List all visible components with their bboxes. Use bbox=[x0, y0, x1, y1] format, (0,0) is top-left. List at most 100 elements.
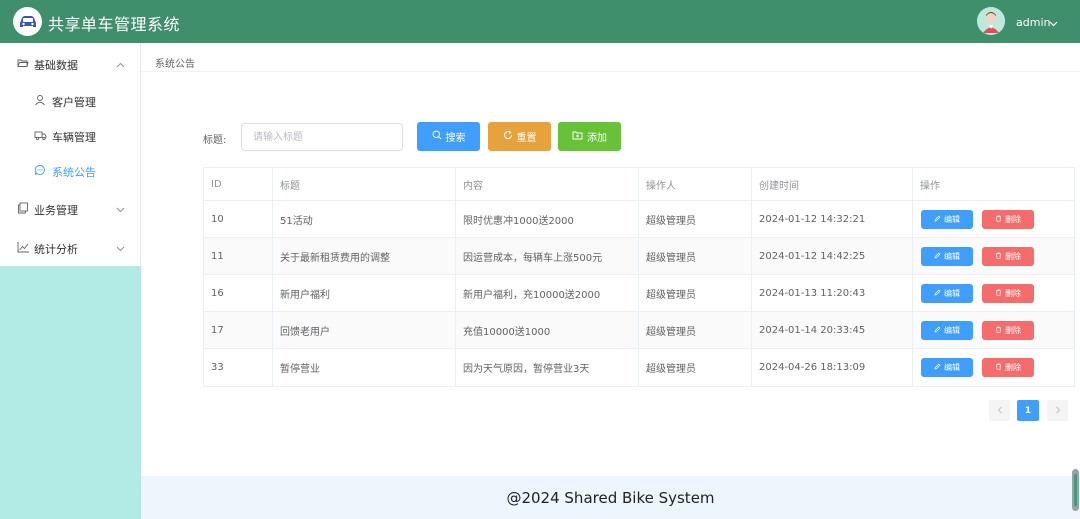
cell-content: 充值10000送1000 bbox=[456, 312, 639, 348]
edit-label: 编辑 bbox=[944, 363, 960, 372]
truck-icon bbox=[34, 129, 47, 141]
cell-created: 2024-01-12 14:42:25 bbox=[752, 238, 913, 274]
car-icon[interactable] bbox=[13, 7, 42, 36]
menu-group-basic-data[interactable]: 基础数据 bbox=[0, 44, 140, 82]
sidebar-item-customers[interactable]: 客户管理 bbox=[0, 82, 140, 117]
cell-id: 17 bbox=[204, 312, 273, 348]
sidebar-item-vehicles[interactable]: 车辆管理 bbox=[0, 117, 140, 152]
delete-label: 删除 bbox=[1005, 215, 1021, 224]
user-name[interactable]: admin bbox=[1016, 16, 1050, 29]
table-row[interactable]: 16 新用户福利 新用户福利，充10000送2000 超级管理员 2024-01… bbox=[204, 275, 1074, 312]
table-row[interactable]: 17 回馈老用户 充值10000送1000 超级管理员 2024-01-14 2… bbox=[204, 312, 1074, 349]
cell-operator: 超级管理员 bbox=[639, 312, 752, 348]
chevron-right-icon bbox=[1055, 404, 1061, 417]
breadcrumb[interactable]: 系统公告 bbox=[155, 55, 195, 70]
cell-created: 2024-01-13 11:20:43 bbox=[752, 275, 913, 311]
delete-label: 删除 bbox=[1005, 363, 1021, 372]
cell-operator: 超级管理员 bbox=[639, 238, 752, 274]
cell-content: 新用户福利，充10000送2000 bbox=[456, 275, 639, 311]
sidebar-item-label: 车辆管理 bbox=[52, 131, 96, 144]
refresh-icon bbox=[503, 130, 513, 143]
cell-operator: 超级管理员 bbox=[639, 275, 752, 311]
search-label: 标题: bbox=[203, 135, 227, 146]
sidebar-item-announcements[interactable]: 系统公告 bbox=[0, 152, 140, 187]
edit-label: 编辑 bbox=[944, 326, 960, 335]
reset-button[interactable]: 重置 bbox=[488, 122, 551, 151]
delete-button[interactable]: 删除 bbox=[982, 358, 1034, 377]
delete-button[interactable]: 删除 bbox=[982, 284, 1034, 303]
cell-created: 2024-01-12 14:32:21 bbox=[752, 201, 913, 237]
prev-page-button[interactable] bbox=[989, 400, 1010, 421]
chat-icon bbox=[34, 164, 46, 176]
search-button[interactable]: 搜索 bbox=[417, 122, 480, 151]
menu-group-label: 基础数据 bbox=[34, 59, 78, 72]
menu-group-label: 业务管理 bbox=[34, 204, 78, 217]
footer: @2024 Shared Bike System bbox=[141, 476, 1080, 519]
app-title: 共享单车管理系统 bbox=[48, 15, 181, 34]
edit-button[interactable]: 编辑 bbox=[921, 358, 973, 377]
trash-icon bbox=[995, 326, 1002, 335]
add-button[interactable]: 添加 bbox=[558, 122, 621, 151]
edit-icon bbox=[934, 326, 941, 335]
edit-icon bbox=[934, 215, 941, 224]
cell-title: 关于最新租赁费用的调整 bbox=[273, 238, 456, 274]
delete-label: 删除 bbox=[1005, 326, 1021, 335]
search-icon bbox=[432, 130, 442, 143]
trash-icon bbox=[995, 289, 1002, 298]
next-page-button[interactable] bbox=[1047, 400, 1068, 421]
column-header[interactable]: 操作人 bbox=[639, 168, 752, 200]
cell-id: 16 bbox=[204, 275, 273, 311]
cell-created: 2024-04-26 18:13:09 bbox=[752, 349, 913, 386]
copy-icon bbox=[17, 202, 29, 214]
divider bbox=[141, 71, 1080, 72]
scrollbar-thumb[interactable] bbox=[1074, 474, 1077, 506]
search-input[interactable] bbox=[241, 123, 403, 151]
add-button-label: 添加 bbox=[587, 133, 607, 144]
table-row[interactable]: 10 51活动 限时优惠冲1000送2000 超级管理员 2024-01-12 … bbox=[204, 201, 1074, 238]
edit-label: 编辑 bbox=[944, 215, 960, 224]
cell-id: 11 bbox=[204, 238, 273, 274]
edit-button[interactable]: 编辑 bbox=[921, 321, 973, 340]
menu-group-label: 统计分析 bbox=[34, 243, 78, 256]
page-number-current[interactable]: 1 bbox=[1017, 400, 1039, 421]
menu-group-business[interactable]: 业务管理 bbox=[0, 189, 140, 227]
menu-group-statistics[interactable]: 统计分析 bbox=[0, 228, 140, 266]
top-header: 共享单车管理系统 admin bbox=[0, 0, 1080, 43]
user-icon bbox=[34, 94, 46, 106]
cell-operator: 超级管理员 bbox=[639, 201, 752, 237]
delete-button[interactable]: 删除 bbox=[982, 210, 1034, 229]
cell-id: 10 bbox=[204, 201, 273, 237]
column-header[interactable]: 创建时间 bbox=[752, 168, 913, 200]
folder-add-icon bbox=[572, 130, 583, 143]
delete-button[interactable]: 删除 bbox=[982, 247, 1034, 266]
edit-label: 编辑 bbox=[944, 252, 960, 261]
announcement-table: ID 标题 内容 操作人 创建时间 操作 10 51活动 限时优惠冲1000送2… bbox=[203, 167, 1075, 387]
edit-icon bbox=[934, 289, 941, 298]
column-header[interactable]: ID bbox=[204, 168, 273, 200]
sidebar-menu: 基础数据 客户管理 车辆管理 系统公告 业务管理 统计分析 bbox=[0, 43, 141, 266]
table-row[interactable]: 33 暂停营业 因为天气原因，暂停营业3天 超级管理员 2024-04-26 1… bbox=[204, 349, 1074, 386]
avatar[interactable] bbox=[977, 7, 1005, 35]
cell-id: 33 bbox=[204, 349, 273, 386]
chevron-down-icon[interactable] bbox=[1049, 17, 1058, 30]
cell-content: 因运营成本，每辆车上涨500元 bbox=[456, 238, 639, 274]
cell-title: 新用户福利 bbox=[273, 275, 456, 311]
edit-button[interactable]: 编辑 bbox=[921, 210, 973, 229]
delete-label: 删除 bbox=[1005, 252, 1021, 261]
edit-button[interactable]: 编辑 bbox=[921, 247, 973, 266]
edit-button[interactable]: 编辑 bbox=[921, 284, 973, 303]
trash-icon bbox=[995, 363, 1002, 372]
column-header[interactable]: 内容 bbox=[456, 168, 639, 200]
cell-title: 回馈老用户 bbox=[273, 312, 456, 348]
trash-icon bbox=[995, 215, 1002, 224]
chevron-down-icon bbox=[116, 203, 125, 216]
delete-label: 删除 bbox=[1005, 289, 1021, 298]
chevron-up-icon bbox=[116, 58, 125, 71]
column-header[interactable]: 标题 bbox=[273, 168, 456, 200]
cell-operator: 超级管理员 bbox=[639, 349, 752, 386]
cell-content: 限时优惠冲1000送2000 bbox=[456, 201, 639, 237]
delete-button[interactable]: 删除 bbox=[982, 321, 1034, 340]
edit-icon bbox=[934, 363, 941, 372]
table-row[interactable]: 11 关于最新租赁费用的调整 因运营成本，每辆车上涨500元 超级管理员 202… bbox=[204, 238, 1074, 275]
sidebar: 基础数据 客户管理 车辆管理 系统公告 业务管理 统计分析 bbox=[0, 43, 141, 519]
